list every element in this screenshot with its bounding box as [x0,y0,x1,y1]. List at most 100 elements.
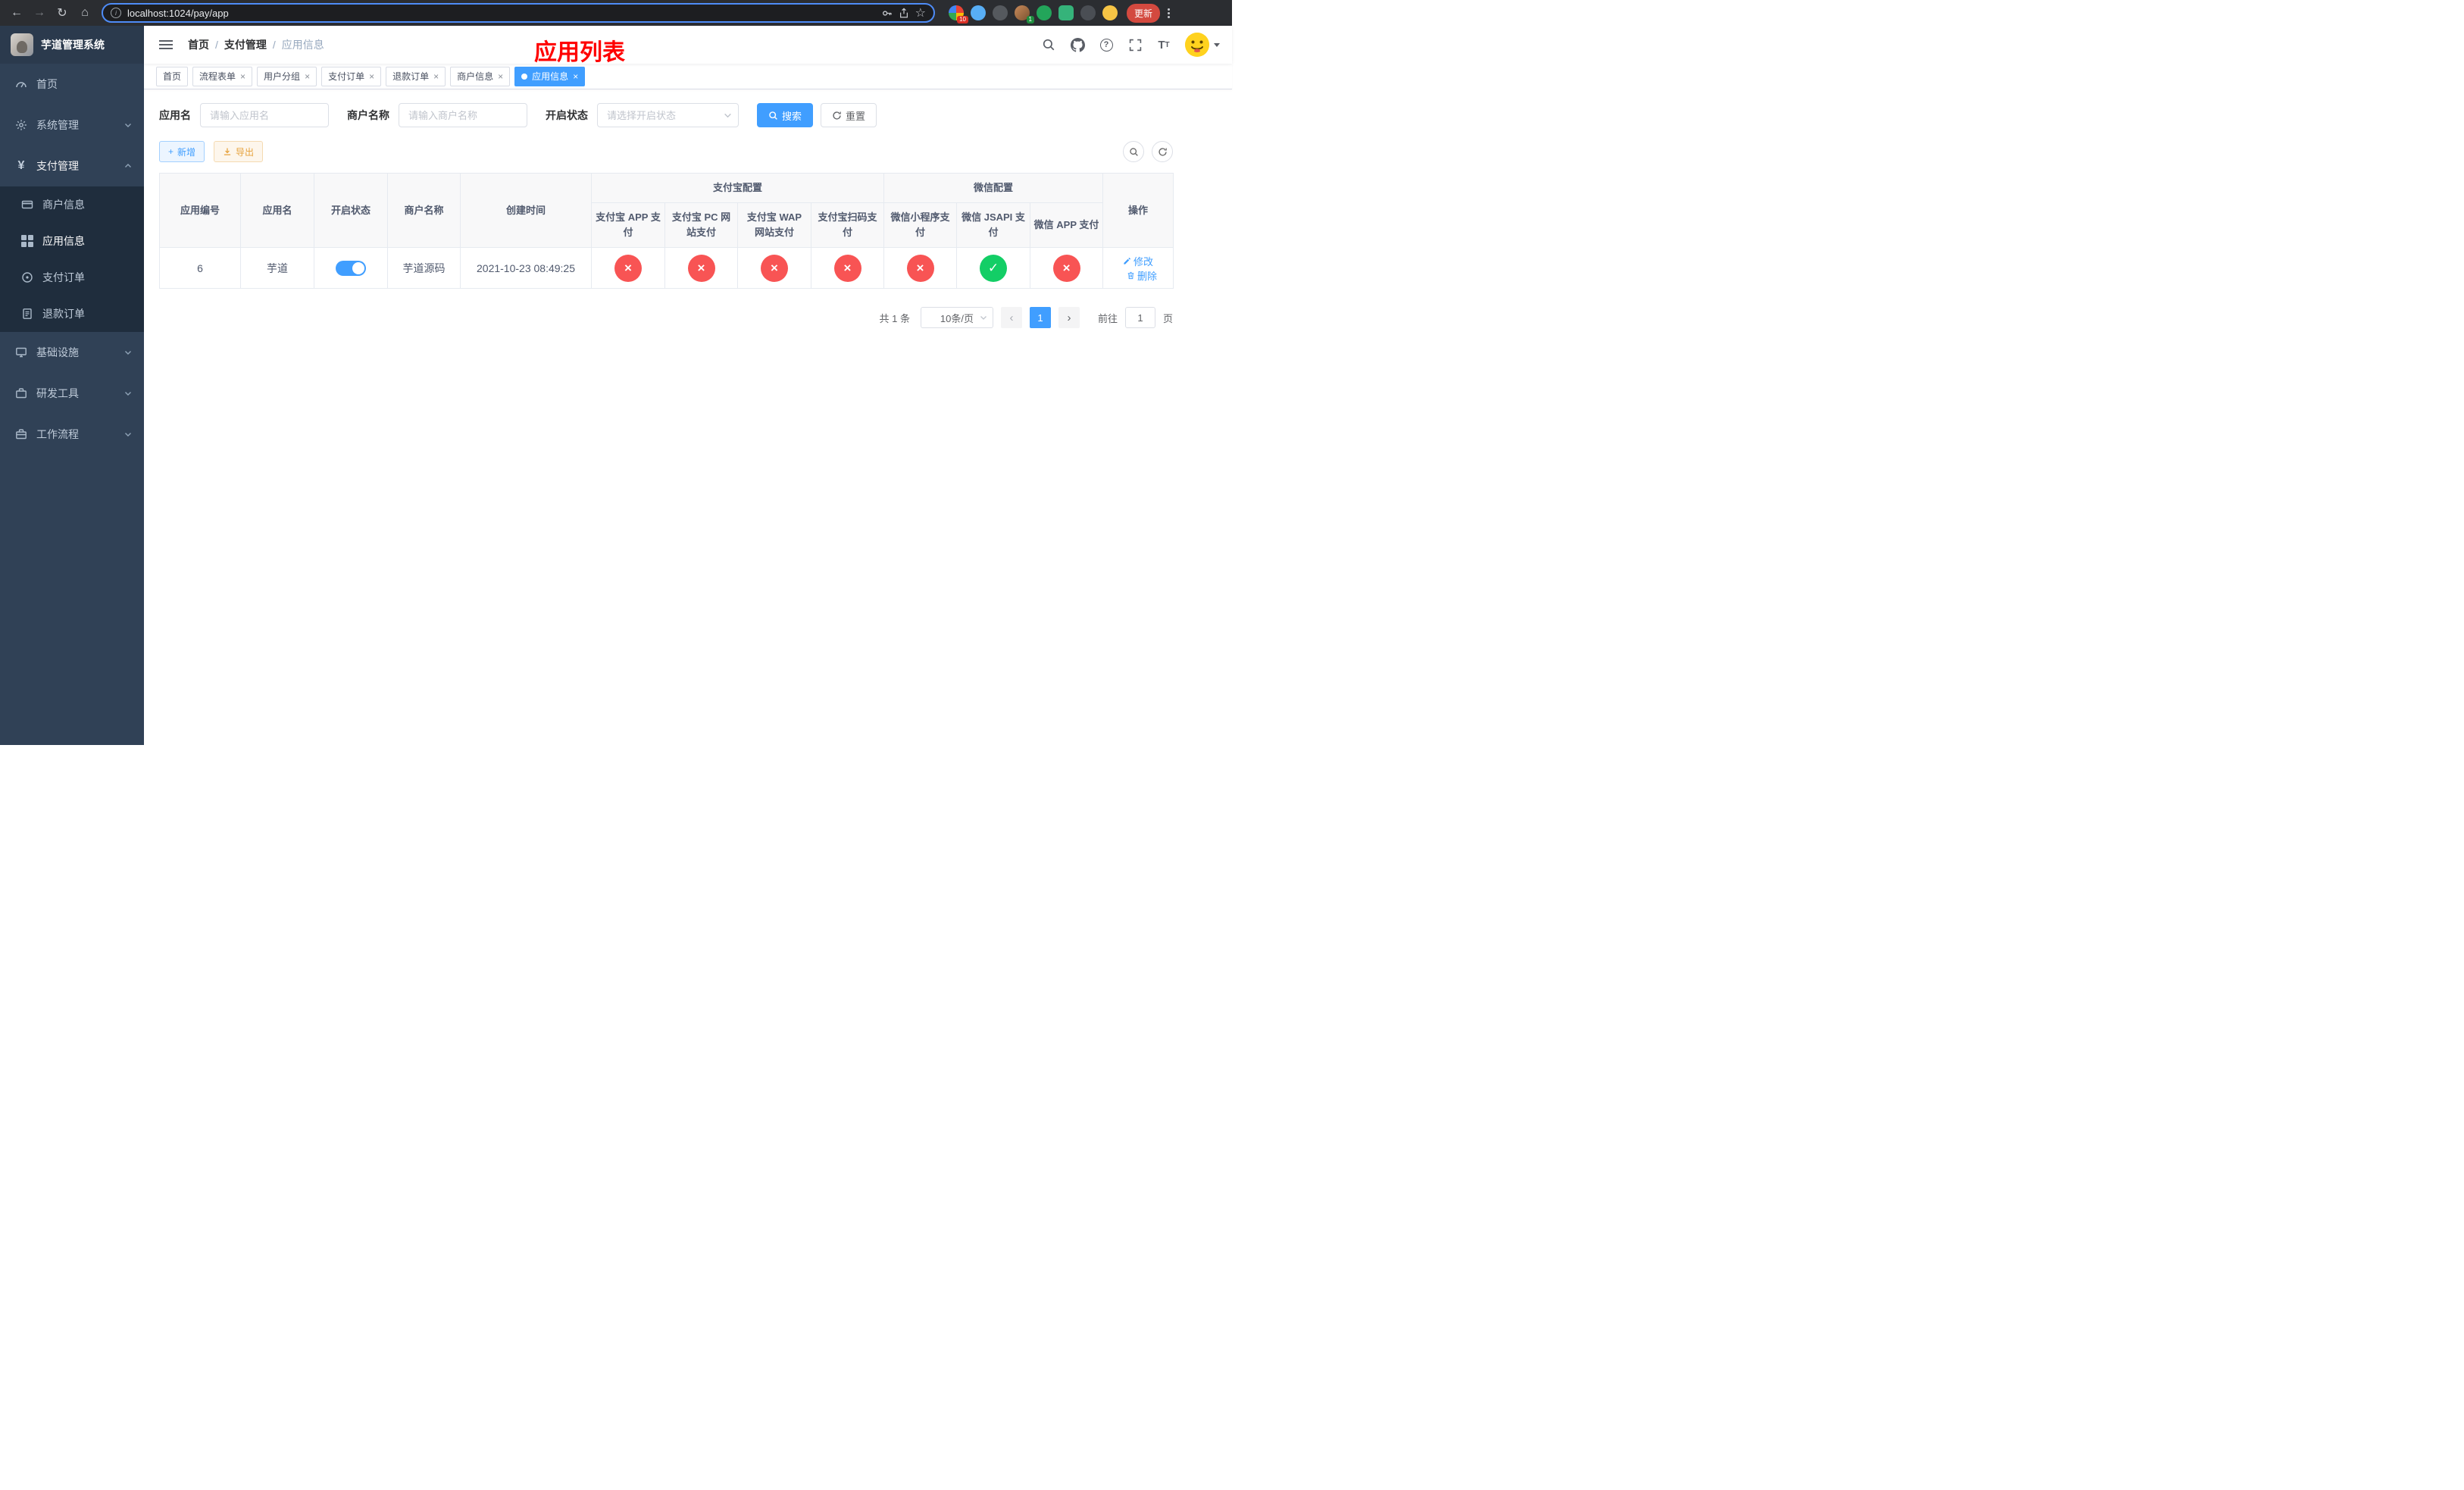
site-info-icon[interactable]: i [111,8,121,18]
edit-icon [1124,258,1130,265]
reload-button[interactable]: ↻ [52,2,73,23]
col-header-alipay-wap: 支付宝 WAP 网站支付 [737,202,811,249]
close-icon[interactable]: × [369,72,374,81]
wx-mini-status-icon [906,254,934,282]
app-header: 首页 / 支付管理 / 应用信息 应用列表 ? TT [144,26,1232,65]
extension-grid-icon[interactable]: 10 [949,5,968,23]
col-header-wx-mini: 微信小程序支付 [883,202,958,249]
col-header-status: 开启状态 [314,172,388,249]
tab-app-info[interactable]: 应用信息 × [514,66,586,86]
sidebar-item-app-info[interactable]: 应用信息 [0,223,144,259]
next-page-button[interactable]: › [1058,307,1080,329]
refresh-icon [1158,147,1167,156]
tab-refund-order[interactable]: 退款订单 × [386,66,446,86]
toolbox-icon [15,387,27,399]
merchant-name-input[interactable] [399,103,527,127]
payment-submenu: 商户信息 应用信息 支付订单 退款订单 [0,186,144,332]
user-avatar-menu[interactable] [1185,33,1220,57]
extension-badge: 10 [957,16,968,23]
bookmark-star-icon[interactable]: ☆ [915,5,926,20]
password-key-icon[interactable] [881,8,893,19]
prev-page-button[interactable]: ‹ [1000,307,1022,329]
chevron-down-icon [124,349,132,356]
download-icon [224,148,231,155]
toggle-search-button[interactable] [1123,141,1144,162]
app-logo-row[interactable]: 芋道管理系统 [0,26,144,64]
sidebar-item-dev-tools[interactable]: 研发工具 [0,373,144,414]
sidebar-item-home[interactable]: 首页 [0,64,144,105]
sidebar-item-infrastructure[interactable]: 基础设施 [0,332,144,373]
url-text[interactable]: localhost:1024/pay/app [127,8,875,19]
extension-check-icon[interactable] [1037,5,1052,20]
github-icon[interactable] [1070,37,1085,52]
sidebar-item-pay-order[interactable]: 支付订单 [0,259,144,296]
app-name-label: 应用名 [159,109,191,121]
yen-icon: ¥ [17,159,25,172]
font-size-icon[interactable]: TT [1156,37,1171,52]
app-table: 应用编号 应用名 开启状态 商户名称 创建时间 支付宝配置 微信配置 操作 支付… [159,172,1174,290]
close-icon[interactable]: × [498,72,503,81]
tab-pay-order[interactable]: 支付订单 × [321,66,382,86]
extension-avatar-icon[interactable]: 1 [1015,5,1034,23]
address-bar[interactable]: i localhost:1024/pay/app ☆ [102,3,935,23]
breadcrumb-item[interactable]: 支付管理 [224,37,267,52]
close-icon[interactable]: × [573,72,578,81]
credit-card-icon [21,199,33,211]
sidebar-item-label: 支付订单 [42,271,85,283]
extension-dark-icon[interactable] [993,5,1008,20]
delete-link[interactable]: 删除 [1127,268,1157,283]
page-size-select[interactable]: 10条/页 [920,307,993,329]
tab-home[interactable]: 首页 [156,66,189,86]
sidebar-item-system[interactable]: 系统管理 [0,105,144,146]
extension-knot-icon[interactable] [1080,5,1096,20]
reset-button[interactable]: 重置 [821,103,877,127]
table-row: 6 芋道 芋道源码 2021-10-23 08:49:25 × × × × × … [159,247,1174,290]
extension-chat-icon[interactable] [1058,5,1074,20]
sidebar-item-refund-order[interactable]: 退款订单 [0,296,144,332]
close-icon[interactable]: × [240,72,245,81]
status-toggle[interactable] [336,260,366,276]
collapse-sidebar-icon[interactable] [156,37,176,52]
home-button[interactable]: ⌂ [74,2,95,23]
edit-link[interactable]: 修改 [1123,254,1153,268]
sidebar-item-label: 首页 [36,78,58,90]
col-group-alipay: 支付宝配置 [590,172,885,204]
back-button[interactable]: ← [6,2,27,23]
app-name-input[interactable] [200,103,329,127]
col-group-wechat: 微信配置 [883,172,1104,204]
fullscreen-icon[interactable] [1127,37,1143,52]
tab-merchant-info[interactable]: 商户信息 × [450,66,511,86]
add-button[interactable]: + 新增 [159,141,205,162]
status-select[interactable] [597,103,739,127]
grid-icon [21,235,33,247]
sidebar-item-workflow[interactable]: 工作流程 [0,414,144,455]
breadcrumb-item[interactable]: 首页 [188,37,209,52]
browser-menu-icon[interactable] [1162,8,1176,18]
chevron-down-icon [724,111,732,120]
cell-app-name: 芋道 [240,247,314,290]
avatar [1185,33,1209,57]
share-icon[interactable] [899,8,909,19]
sidebar-item-payment[interactable]: ¥ 支付管理 [0,146,144,186]
search-icon[interactable] [1041,37,1056,52]
browser-update-button[interactable]: 更新 [1127,3,1161,23]
help-icon[interactable]: ? [1099,37,1114,52]
tab-process-form[interactable]: 流程表单 × [192,66,253,86]
sidebar-item-merchant-info[interactable]: 商户信息 [0,186,144,223]
col-header-app-name: 应用名 [240,172,314,249]
extension-face-icon[interactable] [1102,5,1118,20]
col-header-wx-jsapi: 微信 JSAPI 支付 [956,202,1031,249]
refresh-button[interactable] [1152,141,1173,162]
extension-drop-icon[interactable] [971,5,986,20]
goto-page-input[interactable] [1124,307,1155,329]
export-button[interactable]: 导出 [214,141,264,162]
close-icon[interactable]: × [433,72,439,81]
tab-user-group[interactable]: 用户分组 × [257,66,317,86]
chevron-up-icon [124,162,132,170]
merchant-name-label: 商户名称 [347,109,389,121]
page-1-button[interactable]: 1 [1029,307,1051,329]
close-icon[interactable]: × [305,72,310,81]
search-button[interactable]: 搜索 [757,103,814,127]
page-title: 应用列表 [534,40,625,65]
forward-button[interactable]: → [29,2,50,23]
